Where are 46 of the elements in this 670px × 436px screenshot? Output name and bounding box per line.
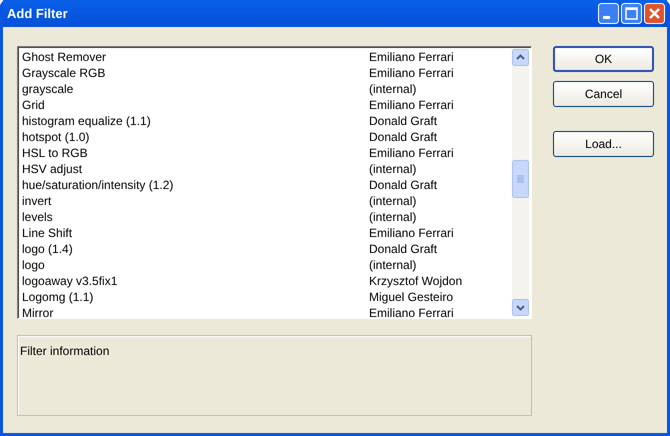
- filter-name[interactable]: HSL to RGB: [22, 144, 369, 162]
- filter-author[interactable]: Miguel Gesteiro: [369, 288, 454, 306]
- filter-name[interactable]: Mirror: [22, 304, 369, 322]
- filter-author[interactable]: Donald Graft: [369, 176, 438, 194]
- filter-author[interactable]: Krzysztof Wojdon: [369, 272, 462, 290]
- filter-name[interactable]: Grid: [22, 96, 369, 114]
- dialog-button[interactable]: Cancel: [553, 81, 654, 107]
- filter-name[interactable]: HSV adjust: [22, 160, 369, 178]
- filter-author[interactable]: Emiliano Ferrari: [369, 144, 454, 162]
- filter-author[interactable]: Donald Graft: [369, 128, 438, 146]
- filter-name[interactable]: invert: [22, 192, 369, 210]
- scroll-down-icon[interactable]: [512, 299, 529, 316]
- filter-name[interactable]: histogram equalize (1.1): [22, 112, 369, 130]
- filter-name[interactable]: levels: [22, 208, 369, 226]
- filter-author[interactable]: Emiliano Ferrari: [369, 48, 454, 66]
- scrollbar[interactable]: [512, 49, 529, 316]
- scroll-thumb-icon[interactable]: [512, 160, 529, 198]
- filter-author[interactable]: (internal): [369, 80, 416, 98]
- window-title: Add Filter: [7, 4, 69, 23]
- filter-name[interactable]: Line Shift: [22, 224, 369, 242]
- filter-name[interactable]: logo: [22, 256, 369, 274]
- info-label: Filter information: [20, 344, 110, 358]
- filter-author[interactable]: (internal): [369, 256, 416, 274]
- filter-name[interactable]: Grayscale RGB: [22, 64, 369, 82]
- filter-author[interactable]: Emiliano Ferrari: [369, 64, 454, 82]
- filter-name[interactable]: logo (1.4): [22, 240, 369, 258]
- filter-name[interactable]: hue/saturation/intensity (1.2): [22, 176, 369, 194]
- filter-name[interactable]: Logomg (1.1): [22, 288, 369, 306]
- maximize-icon[interactable]: [621, 3, 642, 24]
- filter-author[interactable]: (internal): [369, 208, 416, 226]
- filter-name[interactable]: grayscale: [22, 80, 369, 98]
- filter-name[interactable]: hotspot (1.0): [22, 128, 369, 146]
- dialog-button[interactable]: Load...: [553, 131, 654, 157]
- filter-author[interactable]: Emiliano Ferrari: [369, 304, 454, 322]
- filter-author[interactable]: Emiliano Ferrari: [369, 224, 454, 242]
- filter-author[interactable]: Donald Graft: [369, 112, 438, 130]
- minimize-icon[interactable]: [598, 3, 619, 24]
- filter-author[interactable]: Emiliano Ferrari: [369, 96, 454, 114]
- filter-name[interactable]: logoaway v3.5fix1: [22, 272, 369, 290]
- filter-author[interactable]: Donald Graft: [369, 240, 438, 258]
- dialog-button[interactable]: OK: [553, 46, 654, 72]
- scroll-up-icon[interactable]: [512, 49, 529, 66]
- close-icon[interactable]: [644, 3, 665, 24]
- filter-author[interactable]: (internal): [369, 192, 416, 210]
- filter-name[interactable]: Ghost Remover: [22, 48, 369, 66]
- filter-author[interactable]: (internal): [369, 160, 416, 178]
